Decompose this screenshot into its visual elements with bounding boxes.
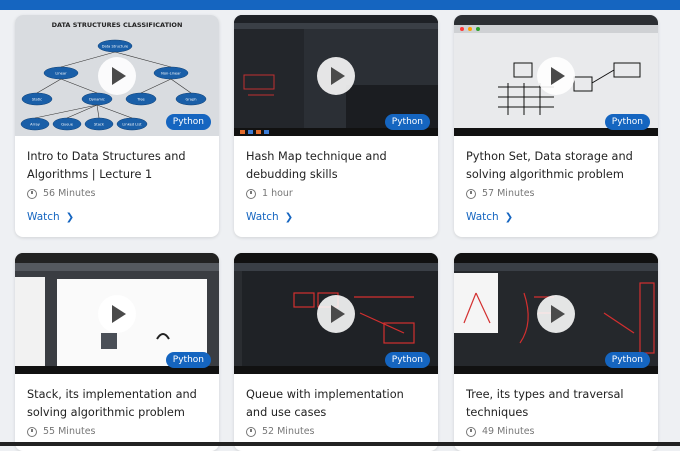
course-card[interactable]: Python Stack, its implementation and sol… <box>15 253 219 451</box>
play-button[interactable] <box>317 295 355 333</box>
course-duration: 52 Minutes <box>262 426 315 437</box>
taskbar-edge <box>0 442 680 446</box>
play-button[interactable] <box>98 57 136 95</box>
course-title: Queue with implementation and use cases <box>246 388 404 419</box>
play-icon <box>112 67 126 85</box>
course-title: Stack, its implementation and solving al… <box>27 388 197 419</box>
watch-link[interactable]: Watch ❯ <box>246 211 426 223</box>
play-button[interactable] <box>98 295 136 333</box>
course-duration: 55 Minutes <box>43 426 96 437</box>
watch-label: Watch <box>27 211 60 223</box>
svg-text:Dynamic: Dynamic <box>89 98 105 102</box>
chevron-right-icon: ❯ <box>65 211 75 223</box>
clock-icon <box>246 426 256 437</box>
svg-text:Graph: Graph <box>185 98 196 102</box>
svg-text:Queue: Queue <box>61 123 74 127</box>
svg-text:Linked List: Linked List <box>122 123 142 127</box>
svg-text:Non-Linear: Non-Linear <box>161 72 181 76</box>
course-title: Hash Map technique and debudding skills <box>246 150 387 181</box>
clock-icon <box>466 426 476 437</box>
svg-text:Data Structure: Data Structure <box>102 45 129 49</box>
play-icon <box>551 305 565 323</box>
language-badge: Python <box>384 352 430 368</box>
course-card[interactable]: DATA STRUCTURES CLASSIFICATION Data Stru… <box>15 15 219 237</box>
language-badge: Python <box>165 114 211 130</box>
top-nav-bar <box>0 0 680 10</box>
course-duration: 49 Minutes <box>482 426 535 437</box>
clock-icon <box>246 188 256 199</box>
chevron-right-icon: ❯ <box>504 211 514 223</box>
play-button[interactable] <box>537 295 575 333</box>
watch-label: Watch <box>246 211 279 223</box>
language-badge: Python <box>604 352 650 368</box>
svg-text:Static: Static <box>32 98 42 102</box>
course-card[interactable]: Python Queue with implementation and use… <box>234 253 438 451</box>
course-card[interactable]: Python Hash Map technique and debudding … <box>234 15 438 237</box>
play-icon <box>331 67 345 85</box>
clock-icon <box>466 188 476 199</box>
video-thumbnail[interactable]: Python <box>15 253 219 374</box>
language-badge: Python <box>165 352 211 368</box>
video-thumbnail[interactable]: Python <box>454 15 658 136</box>
thumb-heading: DATA STRUCTURES CLASSIFICATION <box>52 21 183 29</box>
watch-link[interactable]: Watch ❯ <box>466 211 646 223</box>
language-badge: Python <box>384 114 430 130</box>
play-icon <box>112 305 126 323</box>
watch-link[interactable]: Watch ❯ <box>27 211 207 223</box>
language-badge: Python <box>604 114 650 130</box>
clock-icon <box>27 426 37 437</box>
play-button[interactable] <box>537 57 575 95</box>
video-thumbnail[interactable]: DATA STRUCTURES CLASSIFICATION Data Stru… <box>15 15 219 136</box>
video-thumbnail[interactable]: Python <box>454 253 658 374</box>
course-card[interactable]: Python Tree, its types and traversal tec… <box>454 253 658 451</box>
course-title: Tree, its types and traversal techniques <box>466 388 624 419</box>
course-duration: 57 Minutes <box>482 188 535 199</box>
svg-text:Array: Array <box>30 123 41 127</box>
clock-icon <box>27 188 37 199</box>
course-duration: 1 hour <box>262 188 293 199</box>
course-title: Python Set, Data storage and solving alg… <box>466 150 633 181</box>
course-title: Intro to Data Structures and Algorithms … <box>27 150 186 181</box>
video-thumbnail[interactable]: Python <box>234 15 438 136</box>
play-icon <box>551 67 565 85</box>
play-icon <box>331 305 345 323</box>
svg-text:Stack: Stack <box>94 123 105 127</box>
course-duration: 56 Minutes <box>43 188 96 199</box>
chevron-right-icon: ❯ <box>284 211 294 223</box>
svg-text:Tree: Tree <box>136 98 145 102</box>
play-button[interactable] <box>317 57 355 95</box>
course-card[interactable]: Python Python Set, Data storage and solv… <box>454 15 658 237</box>
svg-text:Linear: Linear <box>55 72 67 76</box>
watch-label: Watch <box>466 211 499 223</box>
video-thumbnail[interactable]: Python <box>234 253 438 374</box>
